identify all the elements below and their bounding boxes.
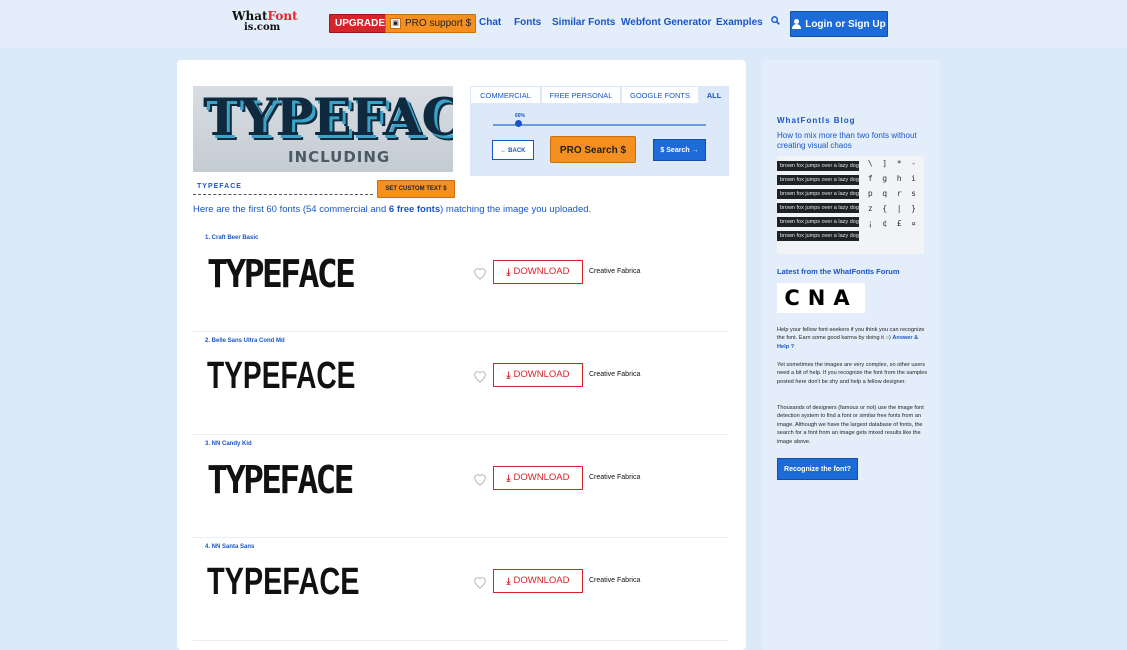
license-tabs: COMMERCIAL FREE PERSONAL GOOGLE FONTS AL… [470, 86, 729, 104]
tab-commercial[interactable]: COMMERCIAL [470, 86, 541, 104]
nav-link-webfont-generator[interactable]: Webfont Generator [621, 17, 711, 28]
heart-icon[interactable] [472, 574, 488, 590]
font-result-row: 4. NN Santa Sans TYPEFACE ⤓ DOWNLOAD Crea… [193, 537, 729, 641]
font-name-link[interactable]: 1. Craft Beer Basic [205, 235, 258, 241]
nav-link-fonts[interactable]: Fonts [514, 17, 541, 28]
blog-image-line: brown fox jumps over a lazy dog. [777, 175, 860, 185]
summary-prefix: Here are the first 60 fonts (54 commerci… [193, 204, 389, 215]
search-icon[interactable] [771, 16, 780, 28]
blog-post-image[interactable]: brown fox jumps over a lazy dog. brown f… [777, 156, 924, 254]
download-icon: ⤓ [506, 267, 511, 277]
summary-suffix: ) matching the image you uploaded. [440, 204, 592, 215]
heart-icon[interactable] [472, 265, 488, 281]
set-custom-text-button[interactable]: SET CUSTOM TEXT $ [377, 180, 455, 198]
foundry-name: Creative Fabrica [589, 268, 641, 275]
blog-title: WhatFontIs Blog [777, 116, 856, 125]
uploaded-image-preview: TYPEFACE INCLUDING [193, 86, 453, 172]
pro-search-button[interactable]: PRO Search $ [550, 136, 636, 163]
slider-value-label: 60% [515, 113, 526, 119]
designers-text: Thousands of designers (famous or not) u… [777, 405, 924, 445]
logo-text-what: What [232, 9, 268, 23]
nav-link-similar-fonts[interactable]: Similar Fonts [552, 17, 615, 28]
forum-post-image[interactable]: CNA [777, 283, 865, 313]
download-label: DOWNLOAD [513, 369, 570, 380]
font-result-row: 1. Craft Beer Basic TYPEFACE ⤓ DOWNLOAD C… [193, 228, 729, 332]
font-sample-preview[interactable]: TYPEFACE [207, 458, 354, 502]
foundry-name: Creative Fabrica [589, 371, 641, 378]
font-result-row: 3. NN Candy Kid TYPEFACE ⤓ DOWNLOAD Creat… [193, 434, 729, 538]
font-name-link[interactable]: 2. Belle Sans Ultra Cond Md [205, 338, 285, 344]
blog-image-line: brown fox jumps over a lazy dog. [777, 217, 860, 227]
download-button[interactable]: ⤓ DOWNLOAD [493, 466, 583, 490]
summary-free-fonts-link[interactable]: 6 free fonts [389, 204, 440, 215]
font-result-row: 2. Belle Sans Ultra Cond Md TYPEFACE ⤓ DO… [193, 331, 729, 435]
results-summary: Here are the first 60 fonts (54 commerci… [193, 204, 591, 215]
uploaded-image-word: TYPEFACE [203, 88, 453, 148]
complex-images-text: Yet sometimes the images are very comple… [777, 362, 928, 385]
blog-image-line: brown fox jumps over a lazy dog. [777, 189, 860, 199]
gift-icon: ▣ [390, 18, 401, 29]
logo-text-font: Font [267, 9, 298, 23]
blog-post-link[interactable]: How to mix more than two fonts without c… [777, 131, 917, 151]
blog-image-glyphs: \ ] * - f g h i p q r s z { | } ¡ ¢ £ ¤ [867, 159, 916, 228]
foundry-name: Creative Fabrica [589, 474, 641, 481]
tab-free-personal[interactable]: FREE PERSONAL [541, 86, 621, 104]
blog-image-line: brown fox jumps over a lazy dog. [777, 161, 860, 171]
font-name-link[interactable]: 4. NN Santa Sans [205, 544, 254, 550]
download-label: DOWNLOAD [513, 266, 570, 277]
blog-image-line: brown fox jumps over a lazy dog. [777, 203, 860, 213]
download-button[interactable]: ⤓ DOWNLOAD [493, 569, 583, 593]
similarity-slider-handle[interactable] [515, 120, 523, 127]
download-icon: ⤓ [506, 370, 511, 380]
tab-all[interactable]: ALL [699, 86, 729, 104]
custom-text-underline [193, 194, 373, 195]
heart-icon[interactable] [472, 368, 488, 384]
login-signup-button[interactable]: Login or Sign Up [790, 11, 888, 37]
custom-text-input[interactable]: TYPEFACE [197, 183, 242, 190]
font-sample-preview[interactable]: TYPEFACE [207, 252, 356, 296]
help-question-icon: ? [790, 343, 795, 350]
recognize-font-button[interactable]: Recognize the font? [777, 458, 858, 480]
download-icon: ⤓ [506, 576, 511, 586]
pro-support-button[interactable]: ▣ PRO support $ [385, 14, 477, 33]
help-text: Help your fellow font-seekers if you thi… [777, 326, 929, 351]
user-icon [792, 19, 802, 29]
blog-image-text-lines: brown fox jumps over a lazy dog. brown f… [777, 161, 860, 245]
download-button[interactable]: ⤓ DOWNLOAD [493, 260, 583, 284]
pro-support-label: PRO support $ [405, 18, 472, 29]
logo-text-domain: is.com [244, 22, 281, 33]
main-content-panel: TYPEFACE INCLUDING TYPEFACE SET CUSTOM T… [177, 60, 746, 650]
foundry-name: Creative Fabrica [589, 577, 641, 584]
nav-link-chat[interactable]: Chat [479, 17, 501, 28]
download-label: DOWNLOAD [513, 575, 570, 586]
font-sample-preview[interactable]: TYPEFACE [207, 561, 359, 604]
sidebar: WhatFontIs Blog How to mix more than two… [761, 60, 940, 650]
forum-title: Latest from the WhatFontIs Forum [777, 267, 900, 276]
font-sample-preview[interactable]: TYPEFACE [207, 355, 355, 398]
download-icon: ⤓ [506, 473, 511, 483]
upgrade-button[interactable]: UPGRADE [329, 14, 392, 33]
download-button[interactable]: ⤓ DOWNLOAD [493, 363, 583, 387]
filter-panel: COMMERCIAL FREE PERSONAL GOOGLE FONTS AL… [470, 86, 729, 176]
site-logo[interactable]: WhatFont is.com [232, 9, 298, 33]
tab-google-fonts[interactable]: GOOGLE FONTS [621, 86, 699, 104]
download-label: DOWNLOAD [513, 472, 570, 483]
back-button[interactable]: ← BACK [492, 140, 534, 160]
similarity-slider-track[interactable] [493, 124, 706, 126]
uploaded-image-subword: INCLUDING [288, 148, 391, 166]
nav-link-examples[interactable]: Examples [716, 17, 763, 28]
blog-image-line: brown fox jumps over a lazy dog. [777, 231, 860, 241]
top-navigation-bar: WhatFont is.com UPGRADE ▣ PRO support $ … [0, 0, 1127, 48]
font-name-link[interactable]: 3. NN Candy Kid [205, 441, 252, 447]
heart-icon[interactable] [472, 471, 488, 487]
login-signup-label: Login or Sign Up [805, 18, 886, 30]
search-button[interactable]: $ Search → [653, 139, 706, 161]
